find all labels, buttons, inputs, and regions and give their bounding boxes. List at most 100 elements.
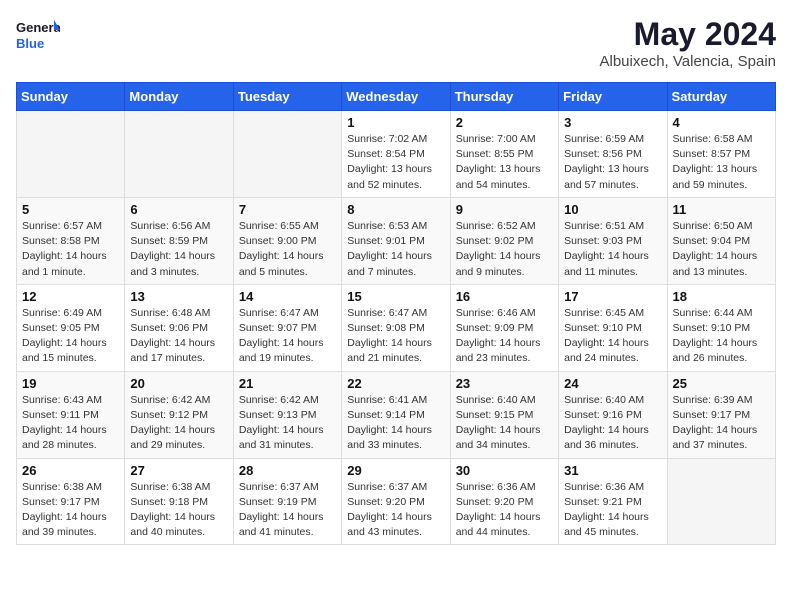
calendar-cell: 28Sunrise: 6:37 AM Sunset: 9:19 PM Dayli…: [233, 458, 341, 545]
day-number: 25: [673, 376, 770, 391]
calendar-cell: 7Sunrise: 6:55 AM Sunset: 9:00 PM Daylig…: [233, 197, 341, 284]
day-info: Sunrise: 6:38 AM Sunset: 9:18 PM Dayligh…: [130, 480, 227, 541]
day-info: Sunrise: 6:42 AM Sunset: 9:13 PM Dayligh…: [239, 393, 336, 454]
calendar-cell: [125, 111, 233, 198]
day-info: Sunrise: 6:56 AM Sunset: 8:59 PM Dayligh…: [130, 219, 227, 280]
logo-svg: General Blue: [16, 16, 60, 54]
day-info: Sunrise: 6:47 AM Sunset: 9:08 PM Dayligh…: [347, 306, 444, 367]
day-number: 10: [564, 202, 661, 217]
day-number: 27: [130, 463, 227, 478]
calendar-cell: 16Sunrise: 6:46 AM Sunset: 9:09 PM Dayli…: [450, 284, 558, 371]
day-number: 30: [456, 463, 553, 478]
day-number: 3: [564, 115, 661, 130]
calendar-cell: 4 Sunrise: 6:58 AM Sunset: 8:57 PM Daylig…: [667, 111, 775, 198]
day-number: 13: [130, 289, 227, 304]
logo: General Blue: [16, 16, 60, 54]
calendar-cell: 25 Sunrise: 6:39 AM Sunset: 9:17 PM Dayli…: [667, 371, 775, 458]
calendar-cell: 23 Sunrise: 6:40 AM Sunset: 9:15 PM Dayli…: [450, 371, 558, 458]
calendar-cell: 8 Sunrise: 6:53 AM Sunset: 9:01 PM Daylig…: [342, 197, 450, 284]
calendar-cell: 3Sunrise: 6:59 AM Sunset: 8:56 PM Daylig…: [559, 111, 667, 198]
calendar-cell: 29 Sunrise: 6:37 AM Sunset: 9:20 PM Dayli…: [342, 458, 450, 545]
calendar-cell: 27 Sunrise: 6:38 AM Sunset: 9:18 PM Dayli…: [125, 458, 233, 545]
day-number: 2: [456, 115, 553, 130]
day-number: 22: [347, 376, 444, 391]
day-number: 29: [347, 463, 444, 478]
calendar-cell: 22Sunrise: 6:41 AM Sunset: 9:14 PM Dayli…: [342, 371, 450, 458]
day-number: 14: [239, 289, 336, 304]
day-number: 1: [347, 115, 444, 130]
calendar-cell: 5 Sunrise: 6:57 AM Sunset: 8:58 PM Daylig…: [17, 197, 125, 284]
day-number: 20: [130, 376, 227, 391]
day-info: Sunrise: 6:40 AM Sunset: 9:16 PM Dayligh…: [564, 393, 661, 454]
day-number: 11: [673, 202, 770, 217]
calendar-cell: 24 Sunrise: 6:40 AM Sunset: 9:16 PM Dayli…: [559, 371, 667, 458]
location-subtitle: Albuixech, Valencia, Spain: [600, 53, 777, 70]
day-info: Sunrise: 6:48 AM Sunset: 9:06 PM Dayligh…: [130, 306, 227, 367]
calendar-cell: 15Sunrise: 6:47 AM Sunset: 9:08 PM Dayli…: [342, 284, 450, 371]
day-info: Sunrise: 6:44 AM Sunset: 9:10 PM Dayligh…: [673, 306, 770, 367]
day-info: Sunrise: 6:57 AM Sunset: 8:58 PM Dayligh…: [22, 219, 119, 280]
day-info: Sunrise: 6:42 AM Sunset: 9:12 PM Dayligh…: [130, 393, 227, 454]
calendar-cell: 1Sunrise: 7:02 AM Sunset: 8:54 PM Daylig…: [342, 111, 450, 198]
day-info: Sunrise: 6:50 AM Sunset: 9:04 PM Dayligh…: [673, 219, 770, 280]
calendar-week-row: 1Sunrise: 7:02 AM Sunset: 8:54 PM Daylig…: [17, 111, 776, 198]
calendar-cell: 11 Sunrise: 6:50 AM Sunset: 9:04 PM Dayli…: [667, 197, 775, 284]
calendar-cell: [17, 111, 125, 198]
day-number: 4: [673, 115, 770, 130]
day-number: 12: [22, 289, 119, 304]
weekday-header-wednesday: Wednesday: [342, 83, 450, 111]
day-info: Sunrise: 6:45 AM Sunset: 9:10 PM Dayligh…: [564, 306, 661, 367]
calendar-cell: 19 Sunrise: 6:43 AM Sunset: 9:11 PM Dayli…: [17, 371, 125, 458]
day-number: 19: [22, 376, 119, 391]
calendar-cell: 13 Sunrise: 6:48 AM Sunset: 9:06 PM Dayli…: [125, 284, 233, 371]
calendar-cell: 10 Sunrise: 6:51 AM Sunset: 9:03 PM Dayli…: [559, 197, 667, 284]
day-info: Sunrise: 6:58 AM Sunset: 8:57 PM Dayligh…: [673, 132, 770, 193]
weekday-header-friday: Friday: [559, 83, 667, 111]
title-block: May 2024 Albuixech, Valencia, Spain: [600, 16, 777, 70]
day-info: Sunrise: 6:46 AM Sunset: 9:09 PM Dayligh…: [456, 306, 553, 367]
day-number: 31: [564, 463, 661, 478]
calendar-cell: 20 Sunrise: 6:42 AM Sunset: 9:12 PM Dayli…: [125, 371, 233, 458]
day-number: 26: [22, 463, 119, 478]
day-info: Sunrise: 6:39 AM Sunset: 9:17 PM Dayligh…: [673, 393, 770, 454]
calendar-cell: 18Sunrise: 6:44 AM Sunset: 9:10 PM Dayli…: [667, 284, 775, 371]
calendar-cell: 30 Sunrise: 6:36 AM Sunset: 9:20 PM Dayli…: [450, 458, 558, 545]
calendar-cell: 17 Sunrise: 6:45 AM Sunset: 9:10 PM Dayli…: [559, 284, 667, 371]
calendar-cell: 6 Sunrise: 6:56 AM Sunset: 8:59 PM Daylig…: [125, 197, 233, 284]
calendar-cell: [667, 458, 775, 545]
day-number: 7: [239, 202, 336, 217]
weekday-header-row: SundayMondayTuesdayWednesdayThursdayFrid…: [17, 83, 776, 111]
calendar-cell: 26 Sunrise: 6:38 AM Sunset: 9:17 PM Dayli…: [17, 458, 125, 545]
day-number: 17: [564, 289, 661, 304]
day-info: Sunrise: 6:43 AM Sunset: 9:11 PM Dayligh…: [22, 393, 119, 454]
calendar-cell: 14Sunrise: 6:47 AM Sunset: 9:07 PM Dayli…: [233, 284, 341, 371]
day-info: Sunrise: 6:51 AM Sunset: 9:03 PM Dayligh…: [564, 219, 661, 280]
calendar-cell: 12 Sunrise: 6:49 AM Sunset: 9:05 PM Dayli…: [17, 284, 125, 371]
calendar-week-row: 19 Sunrise: 6:43 AM Sunset: 9:11 PM Dayli…: [17, 371, 776, 458]
day-info: Sunrise: 6:36 AM Sunset: 9:20 PM Dayligh…: [456, 480, 553, 541]
weekday-header-saturday: Saturday: [667, 83, 775, 111]
day-info: Sunrise: 6:38 AM Sunset: 9:17 PM Dayligh…: [22, 480, 119, 541]
day-info: Sunrise: 6:37 AM Sunset: 9:20 PM Dayligh…: [347, 480, 444, 541]
weekday-header-sunday: Sunday: [17, 83, 125, 111]
day-info: Sunrise: 6:36 AM Sunset: 9:21 PM Dayligh…: [564, 480, 661, 541]
day-number: 23: [456, 376, 553, 391]
day-info: Sunrise: 6:53 AM Sunset: 9:01 PM Dayligh…: [347, 219, 444, 280]
svg-text:General: General: [16, 20, 60, 35]
weekday-header-monday: Monday: [125, 83, 233, 111]
day-number: 5: [22, 202, 119, 217]
day-info: Sunrise: 6:40 AM Sunset: 9:15 PM Dayligh…: [456, 393, 553, 454]
calendar-week-row: 12 Sunrise: 6:49 AM Sunset: 9:05 PM Dayli…: [17, 284, 776, 371]
day-info: Sunrise: 6:37 AM Sunset: 9:19 PM Dayligh…: [239, 480, 336, 541]
svg-text:Blue: Blue: [16, 36, 44, 51]
day-info: Sunrise: 6:52 AM Sunset: 9:02 PM Dayligh…: [456, 219, 553, 280]
weekday-header-thursday: Thursday: [450, 83, 558, 111]
month-year-title: May 2024: [600, 16, 777, 53]
day-number: 8: [347, 202, 444, 217]
day-number: 24: [564, 376, 661, 391]
page-header: General Blue May 2024 Albuixech, Valenci…: [16, 16, 776, 70]
day-info: Sunrise: 7:00 AM Sunset: 8:55 PM Dayligh…: [456, 132, 553, 193]
weekday-header-tuesday: Tuesday: [233, 83, 341, 111]
day-info: Sunrise: 6:49 AM Sunset: 9:05 PM Dayligh…: [22, 306, 119, 367]
day-number: 6: [130, 202, 227, 217]
